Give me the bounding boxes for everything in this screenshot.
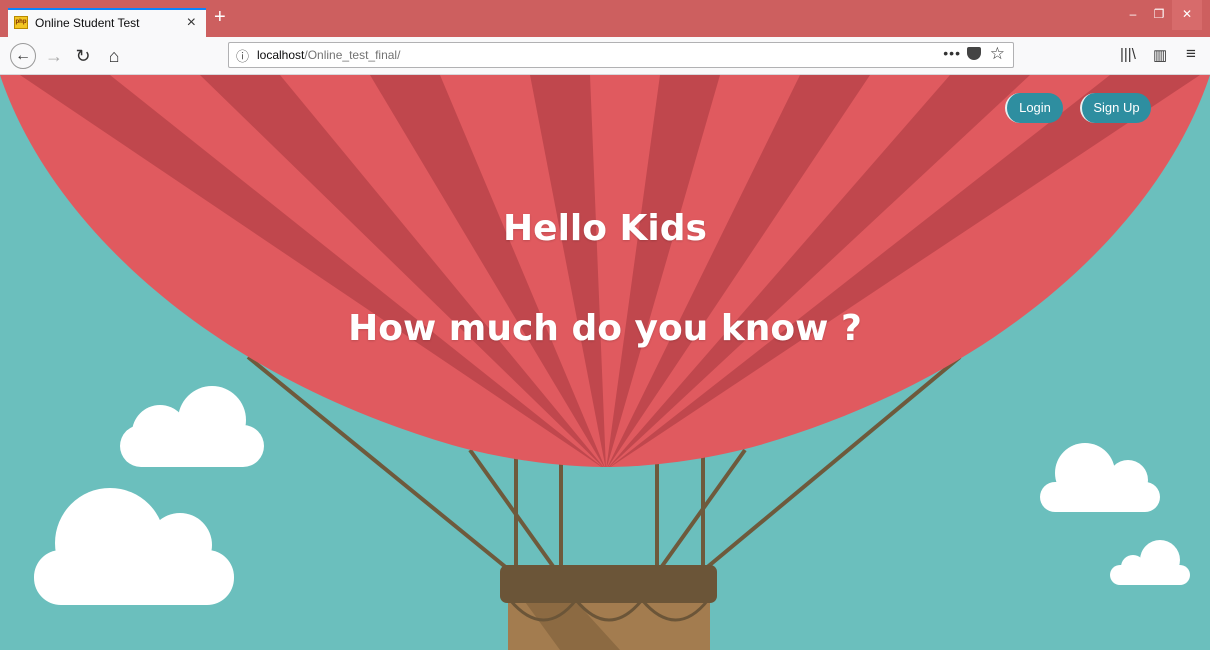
- cloud-right-bottom: [1110, 540, 1190, 585]
- forward-button[interactable]: →: [44, 43, 64, 69]
- browser-tab-bar: php Online Student Test × + – ❐ ✕: [0, 0, 1210, 37]
- reload-button[interactable]: ↻: [72, 43, 94, 69]
- hero-subheading: How much do you know ?: [348, 308, 862, 349]
- window-restore-button[interactable]: ❐: [1146, 0, 1172, 30]
- signup-button[interactable]: Sign Up: [1080, 93, 1151, 123]
- url-path: /Online_test_final/: [304, 48, 401, 62]
- back-button[interactable]: ←: [10, 43, 36, 69]
- url-bar[interactable]: ⓘ localhost/Online_test_final/ ••• ☆: [228, 42, 1014, 68]
- rope-left-inner: [468, 448, 557, 571]
- basket-rim: [500, 565, 717, 603]
- basket: [500, 565, 717, 650]
- cloud-left-bottom: [34, 488, 234, 605]
- tab-close-icon[interactable]: ×: [187, 14, 196, 32]
- url-host: localhost: [257, 48, 305, 62]
- sidebar-icon[interactable]: ▥: [1153, 46, 1167, 64]
- home-button[interactable]: ⌂: [102, 43, 126, 69]
- window-close-button[interactable]: ✕: [1172, 0, 1202, 30]
- pocket-icon[interactable]: [967, 47, 981, 60]
- site-info-icon[interactable]: ⓘ: [236, 46, 249, 65]
- cloud-left-top: [120, 386, 264, 467]
- page-viewport: Login Sign Up Hello Kids How much do you…: [0, 75, 1210, 650]
- window-minimize-button[interactable]: –: [1120, 0, 1146, 30]
- page-actions-icon[interactable]: •••: [943, 45, 961, 61]
- new-tab-button[interactable]: +: [214, 7, 226, 27]
- url-text[interactable]: localhost/Online_test_final/: [257, 48, 400, 62]
- login-button[interactable]: Login: [1005, 93, 1063, 123]
- menu-icon[interactable]: ≡: [1186, 44, 1196, 64]
- browser-tab[interactable]: php Online Student Test ×: [8, 8, 206, 37]
- php-favicon-icon: php: [14, 16, 28, 29]
- tab-title: Online Student Test: [35, 16, 140, 30]
- cloud-right-top: [1040, 443, 1160, 512]
- hero-heading: Hello Kids: [503, 208, 707, 249]
- browser-toolbar: ← → ↻ ⌂ ⓘ localhost/Online_test_final/ •…: [0, 37, 1210, 75]
- library-icon[interactable]: |||\: [1120, 46, 1136, 63]
- hot-air-balloon-illustration: [0, 75, 1210, 650]
- bookmark-star-icon[interactable]: ☆: [990, 44, 1005, 64]
